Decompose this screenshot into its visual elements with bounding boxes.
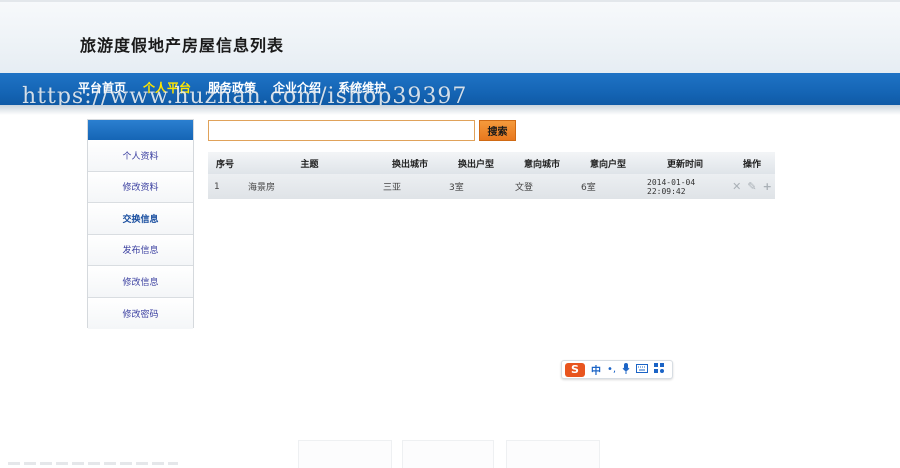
sidebar-item-edit-info[interactable]: 修改信息: [88, 266, 193, 298]
search-input[interactable]: [208, 120, 475, 141]
cell-target-type: 6室: [581, 183, 596, 193]
cell-out-type: 3室: [449, 183, 464, 193]
edit-icon[interactable]: ✎: [747, 180, 756, 193]
table-header-row: 序号 主题 换出城市 换出户型 意向城市 意向户型 更新时间 操作: [208, 152, 775, 174]
cell-updated: 2014-01-04 22:09:42: [647, 177, 696, 196]
keyboard-icon[interactable]: [636, 363, 649, 376]
grid-icon[interactable]: [654, 363, 665, 376]
cell-out-city: 三亚: [383, 183, 402, 193]
sidebar: 个人资料 修改资料 交换信息 发布信息 修改信息 修改密码: [87, 119, 194, 329]
footer-box: [402, 440, 494, 468]
ime-punctuation[interactable]: •,: [607, 364, 616, 375]
cell-target-city: 文登: [515, 183, 534, 193]
cell-index: 1: [214, 181, 220, 192]
sidebar-item-change-password[interactable]: 修改密码: [88, 297, 193, 329]
nav-shadow: [0, 105, 900, 115]
column-header-out-type: 换出户型: [457, 159, 494, 170]
column-header-out-city: 换出城市: [391, 159, 428, 170]
cell-actions: ✕ ✎ +: [729, 174, 775, 199]
sidebar-item-exchange-info[interactable]: 交换信息: [88, 203, 193, 235]
delete-icon[interactable]: ✕: [732, 180, 741, 193]
column-header-actions: 操作: [742, 159, 761, 170]
column-header-index: 序号: [215, 159, 234, 170]
search-button[interactable]: 搜索: [479, 120, 516, 141]
column-header-target-type: 意向户型: [589, 159, 626, 170]
sidebar-header: [88, 120, 193, 140]
sidebar-item-publish-info[interactable]: 发布信息: [88, 234, 193, 266]
row-actions: ✕ ✎ +: [729, 180, 775, 193]
add-icon[interactable]: +: [763, 180, 772, 193]
ime-mode[interactable]: 中: [591, 362, 601, 377]
listing-table: 序号 主题 换出城市 换出户型 意向城市 意向户型 更新时间 操作 1 海景房 …: [208, 152, 775, 199]
page-header: 旅游度假地产房屋信息列表: [0, 0, 900, 73]
status-line: [8, 462, 178, 465]
cell-subject[interactable]: 海景房: [242, 174, 377, 199]
table-row[interactable]: 1 海景房 三亚 3室 文登 6室 2014-01-04 22:09:42 ✕ …: [208, 174, 775, 199]
column-header-subject: 主题: [300, 159, 319, 170]
ime-toolbar[interactable]: S 中 •,: [561, 360, 673, 379]
ime-logo-icon[interactable]: S: [565, 362, 585, 377]
page-title: 旅游度假地产房屋信息列表: [80, 36, 285, 55]
column-header-updated: 更新时间: [666, 159, 703, 170]
sidebar-item-edit-profile[interactable]: 修改资料: [88, 171, 193, 203]
footer-box: [298, 440, 392, 468]
column-header-target-city: 意向城市: [523, 159, 560, 170]
sidebar-item-profile[interactable]: 个人资料: [88, 140, 193, 172]
footer-box: [506, 440, 600, 468]
mic-icon[interactable]: [622, 362, 630, 377]
